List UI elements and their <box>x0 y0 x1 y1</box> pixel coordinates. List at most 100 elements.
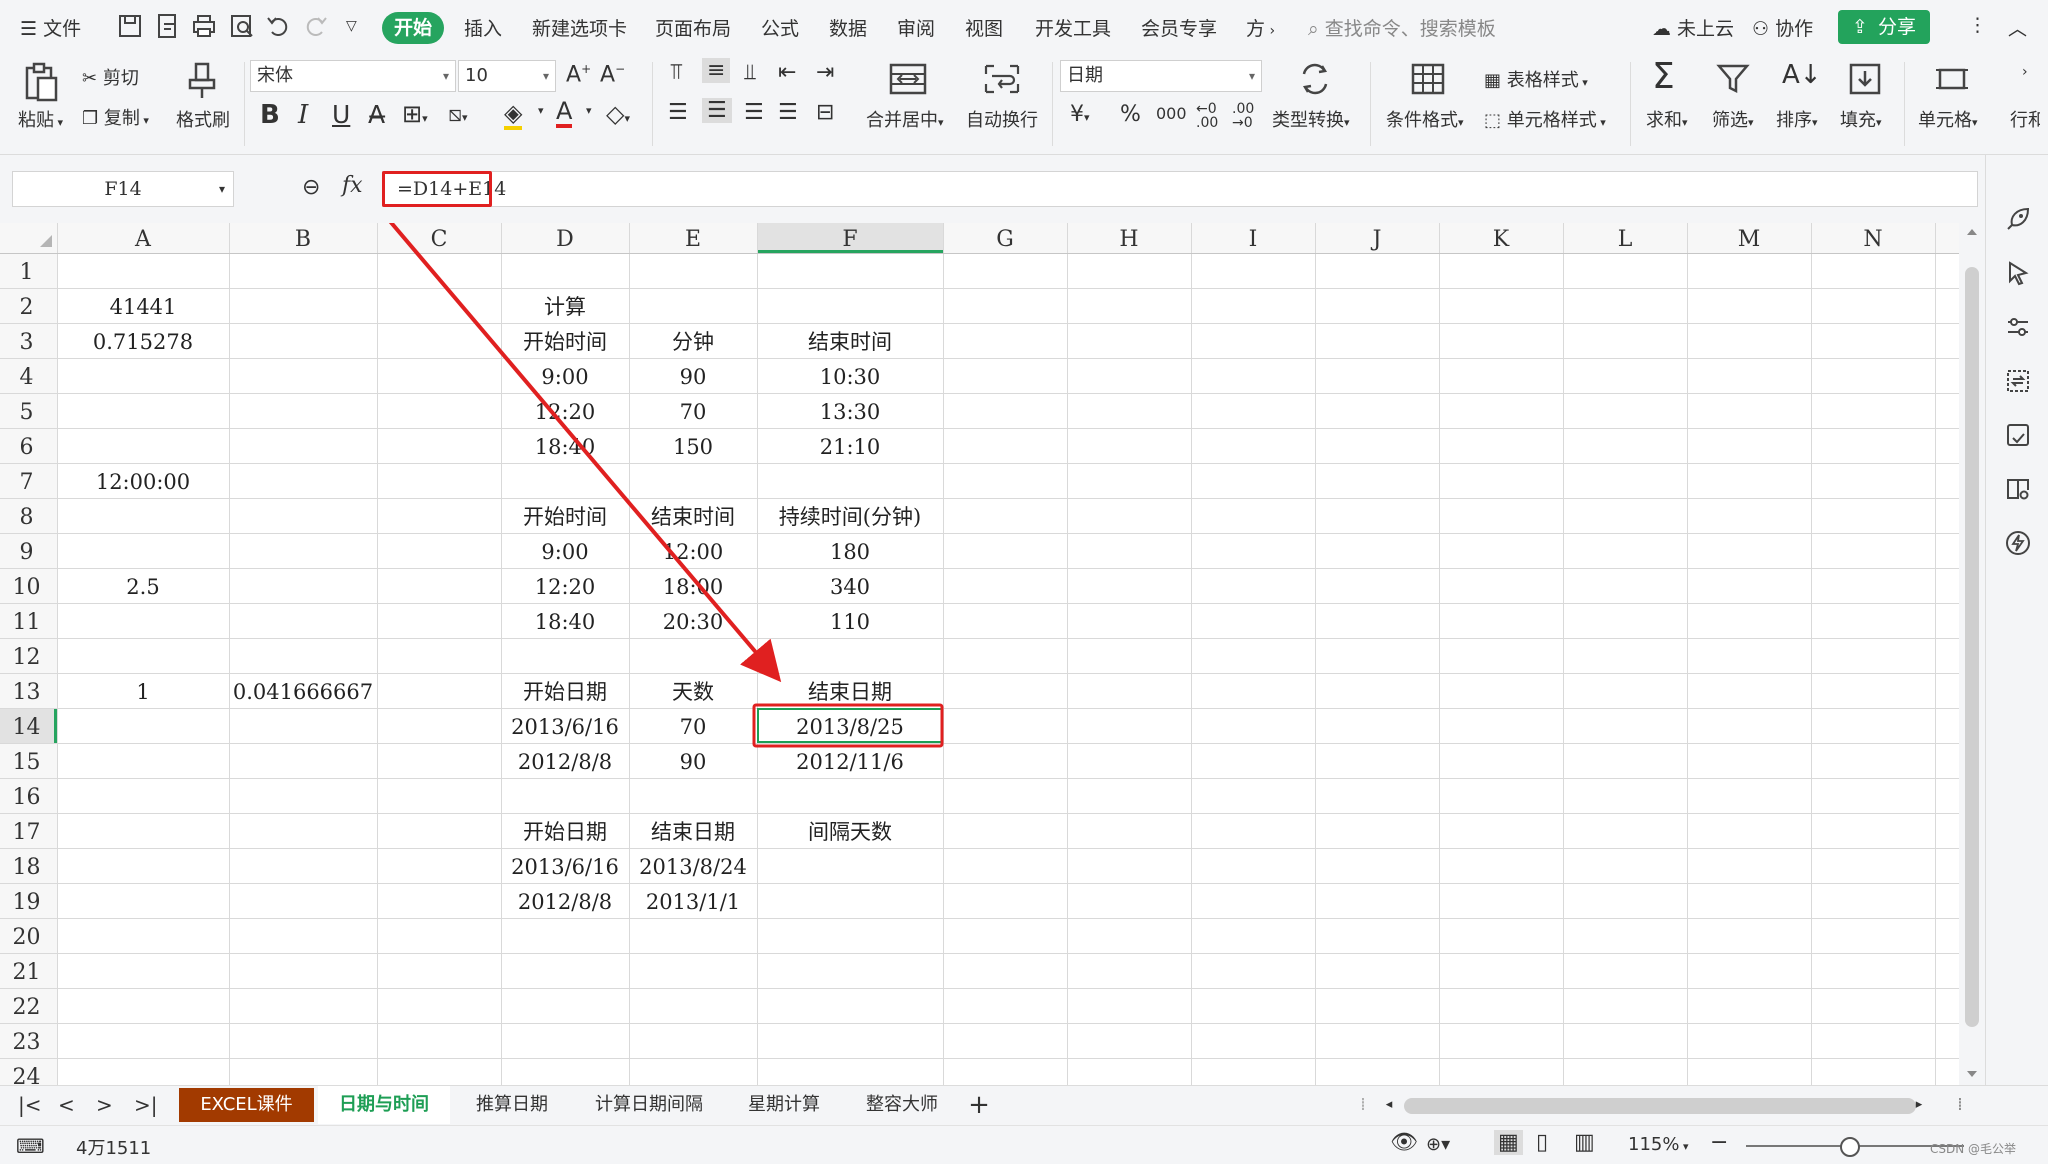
row-header-16[interactable]: 16 <box>13 785 41 810</box>
more-options-icon[interactable]: ⋮ <box>1968 14 1987 36</box>
print-icon[interactable] <box>190 12 218 40</box>
format-painter-button[interactable]: 格式刷 <box>176 106 230 132</box>
percent-format-icon[interactable]: % <box>1120 102 1141 127</box>
column-header-e[interactable]: E <box>685 227 701 252</box>
column-header-h[interactable]: H <box>1119 227 1138 252</box>
row-header-10[interactable]: 10 <box>13 575 41 600</box>
column-header-m[interactable]: M <box>1738 227 1761 252</box>
share-button[interactable]: ⇪ 分享 <box>1838 10 1930 44</box>
justify-icon[interactable]: ☰ <box>778 100 798 125</box>
column-header-i[interactable]: I <box>1249 227 1258 252</box>
cell-d9[interactable]: 9:00 <box>541 540 588 564</box>
sheet-tab-weekday[interactable]: 星期计算 <box>728 1088 840 1122</box>
cell-e13[interactable]: 天数 <box>672 680 714 704</box>
tab-insert[interactable]: 插入 <box>464 14 502 41</box>
row-header-18[interactable]: 18 <box>13 855 41 880</box>
cell-f11[interactable]: 110 <box>830 610 870 634</box>
type-convert-icon[interactable] <box>1298 62 1332 96</box>
merge-center-icon[interactable] <box>888 62 928 96</box>
grid-canvas[interactable]: A B C D E F G H I J K L M N12345678910111213141516171… <box>0 223 1985 1085</box>
cell-style-button[interactable]: ⬚ 单元格样式 ▾ <box>1484 106 1606 132</box>
cut-button[interactable]: ✂ 剪切 <box>82 64 139 90</box>
sheet-tab-excel-course[interactable]: EXCEL课件 <box>179 1088 314 1122</box>
merge-center-button[interactable]: 合并居中▾ <box>866 106 944 132</box>
font-color-icon[interactable]: A <box>556 98 573 128</box>
column-header-k[interactable]: K <box>1493 227 1510 252</box>
column-header-g[interactable]: G <box>996 227 1014 252</box>
underline-icon[interactable]: U <box>332 100 350 129</box>
ribbon-scroll-right-icon[interactable]: › <box>2022 64 2028 80</box>
tab-home[interactable]: 开始 <box>382 12 444 44</box>
row-header-22[interactable]: 22 <box>13 995 41 1020</box>
align-middle-icon[interactable]: ≡ <box>702 58 731 83</box>
cell-e17[interactable]: 结束日期 <box>651 820 735 844</box>
cell-a2[interactable]: 41441 <box>110 295 177 319</box>
row-header-4[interactable]: 4 <box>20 365 34 390</box>
indent-increase-icon[interactable]: ⇥ <box>816 60 834 85</box>
macro-record-icon[interactable]: ⌨ <box>16 1134 45 1158</box>
page-layout-view-icon[interactable]: ▯ <box>1536 1130 1548 1155</box>
clear-format-icon[interactable]: ◇▾ <box>606 100 630 128</box>
save-icon[interactable] <box>116 12 144 40</box>
row-header-15[interactable]: 15 <box>13 750 41 775</box>
search-box[interactable]: ⌕ 查找命令、搜索模板 <box>1308 14 1496 41</box>
row-header-1[interactable]: 1 <box>20 260 34 285</box>
print-preview-icon[interactable] <box>228 12 256 40</box>
cloud-status[interactable]: ☁ 未上云 <box>1652 14 1734 41</box>
cell-d17[interactable]: 开始日期 <box>523 820 607 844</box>
cell-d2[interactable]: 计算 <box>544 295 586 319</box>
tab-view[interactable]: 视图 <box>965 14 1003 41</box>
increase-font-icon[interactable]: A+ <box>566 62 591 87</box>
normal-view-icon[interactable]: ▦ <box>1494 1130 1523 1155</box>
decrease-decimal-icon[interactable]: .00 →0 <box>1232 102 1254 130</box>
zoom-formula-icon[interactable]: ⊖ <box>302 175 320 200</box>
cell-f6[interactable]: 21:10 <box>820 435 881 459</box>
copy-button[interactable]: ❐ 复制 ▾ <box>82 104 149 130</box>
row-header-2[interactable]: 2 <box>20 295 34 320</box>
row-header-12[interactable]: 12 <box>13 645 41 670</box>
tab-formulas[interactable]: 公式 <box>761 14 799 41</box>
collapse-ribbon-icon[interactable]: ︿ <box>2008 14 2027 41</box>
cell-d15[interactable]: 2012/8/8 <box>518 750 612 774</box>
increase-decimal-icon[interactable]: ←0.00 <box>1196 102 1218 130</box>
sort-button[interactable]: 排序▾ <box>1776 106 1818 132</box>
zoom-level[interactable]: 115% ▾ <box>1628 1134 1689 1155</box>
table-style-button[interactable]: ▦ 表格样式 ▾ <box>1484 66 1588 92</box>
fill-down-icon[interactable] <box>1848 62 1882 96</box>
align-right-icon[interactable]: ☰ <box>744 100 764 125</box>
format-painter-icon[interactable] <box>186 62 218 102</box>
zoom-slider-thumb[interactable] <box>1840 1137 1860 1157</box>
cell-e18[interactable]: 2013/8/24 <box>639 855 747 879</box>
spreadsheet-grid[interactable]: A B C D E F G H I J K L M N 1 2 3 4 5 6 7 8 9 10 11 12 13 14 15 16 17 1… <box>0 223 1985 1085</box>
cell-f4[interactable]: 10:30 <box>820 365 881 389</box>
row-header-14[interactable]: 14 <box>13 715 41 740</box>
row-header-3[interactable]: 3 <box>20 330 34 355</box>
collaborate-button[interactable]: ⚇ 协作 <box>1752 14 1813 41</box>
prev-sheet-icon[interactable]: < <box>58 1088 75 1122</box>
scroll-left-icon[interactable]: ◂ <box>1382 1088 1396 1122</box>
splitter-handle[interactable]: ⁞ <box>1356 1088 1370 1122</box>
cell-f8[interactable]: 持续时间(分钟) <box>779 505 921 529</box>
row-header-19[interactable]: 19 <box>13 890 41 915</box>
eye-protection-icon[interactable]: 👁 <box>1390 1130 1418 1155</box>
sheet-tab-makeover[interactable]: 整容大师 <box>844 1088 960 1122</box>
cell-e3[interactable]: 分钟 <box>672 330 714 354</box>
first-sheet-icon[interactable]: |< <box>18 1088 42 1122</box>
border-icon[interactable]: ⊞▾ <box>402 100 428 128</box>
wrap-text-button[interactable]: 自动换行 <box>966 106 1038 132</box>
fill-color-icon[interactable]: ◈ <box>504 100 523 130</box>
sum-icon[interactable]: Σ <box>1652 56 1675 97</box>
row-col-button[interactable]: 行和 <box>2010 106 2040 132</box>
row-header-6[interactable]: 6 <box>20 435 34 460</box>
sort-icon[interactable]: A↓ <box>1782 60 1822 90</box>
lightning-icon[interactable] <box>2004 529 2032 557</box>
file-menu[interactable]: ☰ 文件 <box>20 14 81 41</box>
row-header-21[interactable]: 21 <box>13 960 41 985</box>
cell-f10[interactable]: 340 <box>830 575 870 599</box>
row-header-13[interactable]: 13 <box>13 680 41 705</box>
tab-new-tab[interactable]: 新建选项卡 <box>532 14 627 41</box>
cell-d13[interactable]: 开始日期 <box>523 680 607 704</box>
row-header-17[interactable]: 17 <box>13 820 41 845</box>
cell-shade-icon[interactable]: ⧅▾ <box>448 102 468 127</box>
input-method-icon[interactable]: ⊕▾ <box>1426 1134 1450 1155</box>
